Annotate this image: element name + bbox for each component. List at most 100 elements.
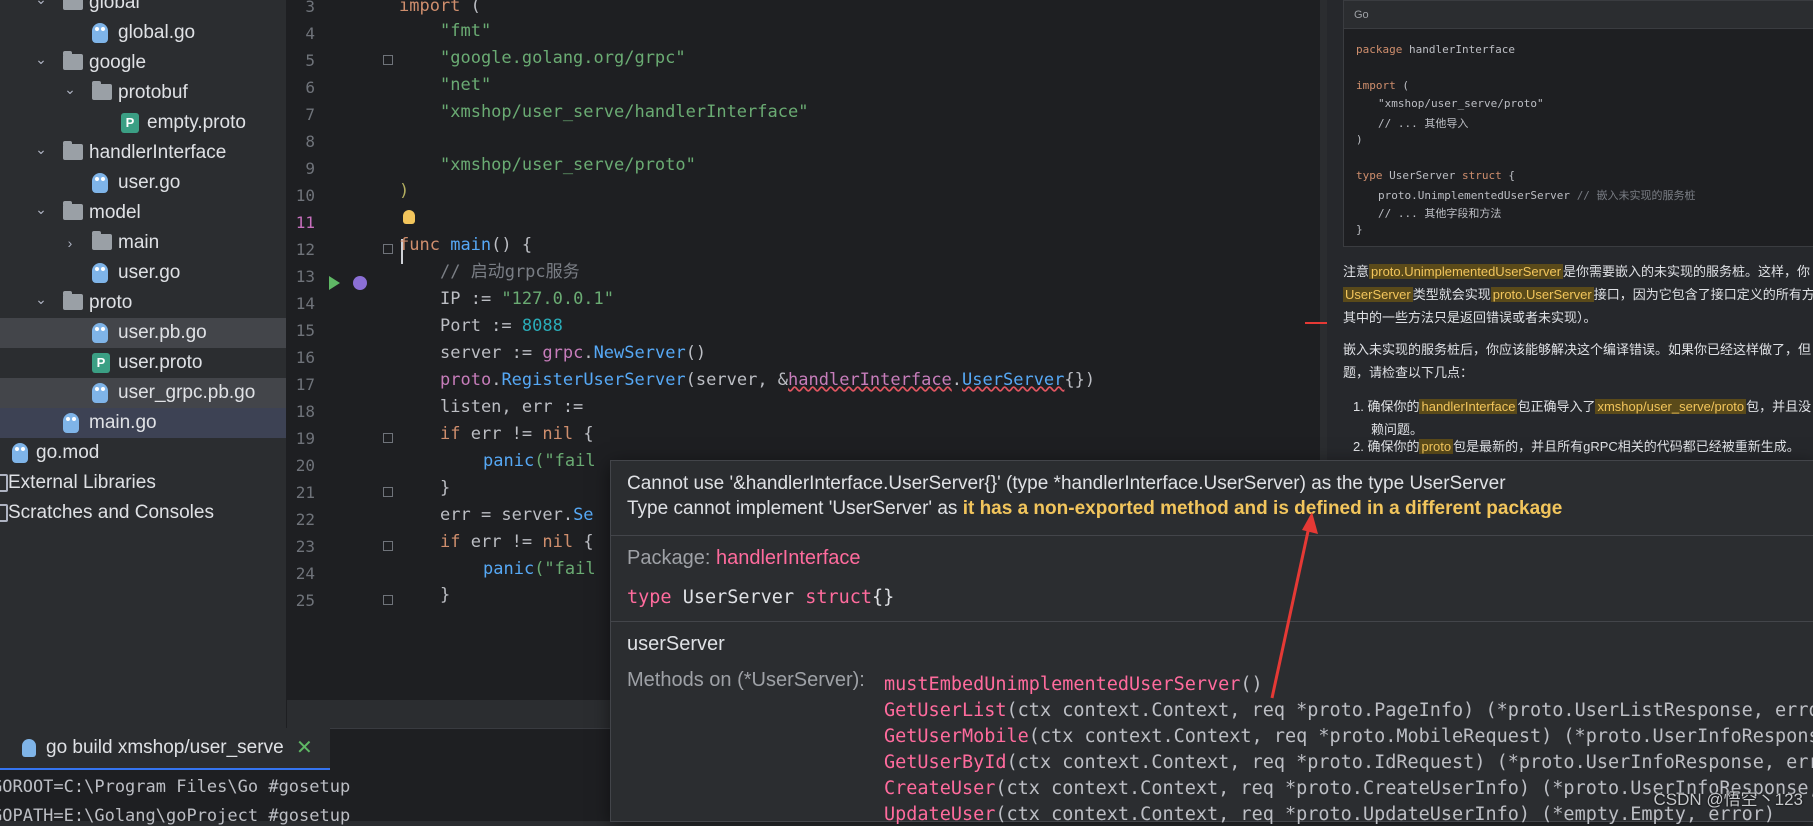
method-entry[interactable]: UpdateUser(ctx context.Context, req *pro…: [884, 804, 1775, 825]
code-line-7: "xmshop/user_serve/handlerInterface": [440, 102, 809, 122]
code-token: panic: [483, 559, 535, 579]
debug-gutter-icon[interactable]: [353, 276, 367, 290]
run-tab[interactable]: go build xmshop/user_serve ✕: [0, 728, 330, 770]
chevron-down-icon[interactable]: ⌄: [33, 194, 49, 224]
code-token: // 嵌入未实现的服务桩: [1576, 189, 1696, 202]
code-token: // ... 其他导入: [1378, 117, 1469, 130]
tree-item[interactable]: go.mod: [0, 438, 286, 468]
folder-icon: [63, 291, 83, 310]
library-icon: [0, 474, 8, 492]
code-token: IP :=: [440, 289, 502, 309]
tree-item[interactable]: ⌄ global: [0, 0, 286, 18]
method-name[interactable]: UpdateUser: [884, 804, 995, 825]
code-token-error[interactable]: UserServer: [962, 370, 1064, 390]
code-token: import: [399, 0, 461, 16]
code-token: // ... 其他字段和方法: [1378, 207, 1502, 220]
tree-item-label: handlerInterface: [89, 142, 227, 163]
tree-item[interactable]: External Libraries: [0, 468, 286, 498]
error-text: Type cannot implement 'UserServer' as: [627, 498, 963, 519]
error-stripe-marker[interactable]: [1305, 322, 1327, 324]
code-token: struct: [1461, 169, 1502, 182]
tree-item-label: External Libraries: [8, 472, 156, 493]
code-token: .: [583, 343, 594, 363]
chevron-down-icon[interactable]: ⌄: [33, 44, 49, 74]
code-token: .: [951, 370, 963, 390]
tree-item-label: user_grpc.pb.go: [118, 382, 256, 403]
package-line: Package: handlerInterface: [627, 547, 861, 569]
tree-item[interactable]: main.go: [0, 408, 286, 438]
method-entry[interactable]: mustEmbedUnimplementedUserServer(): [884, 674, 1263, 695]
code-token: "127.0.0.1": [501, 289, 615, 309]
tree-item[interactable]: Scratches and Consoles: [0, 498, 286, 528]
method-entry[interactable]: GetUserById(ctx context.Context, req *pr…: [884, 752, 1813, 773]
method-name[interactable]: GetUserById: [884, 752, 1007, 773]
close-icon[interactable]: ✕: [296, 735, 313, 760]
line-number[interactable]: 25: [287, 585, 315, 616]
chevron-down-icon[interactable]: ⌄: [33, 134, 49, 164]
code-token: if: [440, 532, 461, 552]
code-token: NewServer: [593, 343, 686, 363]
code-token: server :=: [440, 343, 543, 363]
tree-item[interactable]: ⌄ google: [0, 48, 286, 78]
code-token: nil: [542, 532, 574, 552]
code-token: func: [399, 235, 440, 255]
method-name[interactable]: CreateUser: [884, 778, 995, 799]
tree-item-label: main: [118, 232, 160, 253]
method-name[interactable]: GetUserList: [884, 700, 1007, 721]
editor-gutter: 3 4 5 6 7 8 9 10 11 12 13 14 15 16 17 18 19 20 21 22 23 24 25: [287, 0, 393, 700]
annotation-arrow: [1270, 512, 1318, 699]
tree-item[interactable]: user_grpc.pb.go: [0, 378, 286, 408]
scratch-icon: [0, 504, 8, 522]
console-line: GOROOT=C:\Program Files\Go #gosetup: [0, 777, 351, 797]
folder-icon: [63, 141, 83, 160]
code-token: nil: [542, 424, 574, 444]
tree-item-label: user.pb.go: [118, 322, 207, 343]
code-token: Port :=: [440, 316, 522, 336]
tree-item[interactable]: Puser.proto: [0, 348, 286, 378]
fold-marker-icon[interactable]: [383, 595, 393, 605]
chevron-down-icon[interactable]: ⌄: [33, 284, 49, 314]
tree-item[interactable]: ⌄ model: [0, 198, 286, 228]
code-token: proto: [440, 370, 492, 390]
code-token: proto.UnimplementedUserServer: [1378, 189, 1577, 202]
chevron-right-icon[interactable]: ›: [62, 228, 78, 258]
tree-item-label: protobuf: [118, 82, 188, 103]
code-token: (: [460, 0, 481, 16]
fold-marker-icon[interactable]: [383, 433, 393, 443]
method-signature: (ctx context.Context, req *proto.PageInf…: [1006, 700, 1813, 721]
tree-item-label: global: [89, 0, 140, 13]
package-link[interactable]: handlerInterface: [716, 547, 861, 569]
tree-item[interactable]: ⌄ protobuf: [0, 78, 286, 108]
tree-item-label: google: [89, 52, 147, 73]
tree-item[interactable]: ⌄ proto: [0, 288, 286, 318]
fold-marker-icon[interactable]: [383, 55, 393, 65]
run-gutter-icon[interactable]: [329, 276, 340, 290]
chevron-down-icon[interactable]: ⌄: [62, 74, 78, 104]
tree-item-label: empty.proto: [147, 112, 246, 133]
fold-marker-icon[interactable]: [383, 487, 393, 497]
code-token-error[interactable]: handlerInterface: [788, 370, 952, 390]
code-token: Se: [573, 505, 594, 525]
go-file-icon: [92, 23, 108, 43]
go-build-icon: [22, 739, 36, 757]
method-entry[interactable]: GetUserList(ctx context.Context, req *pr…: [884, 700, 1813, 721]
code-line-10: ): [399, 181, 410, 201]
tree-item[interactable]: user.pb.go: [0, 318, 286, 348]
chevron-down-icon[interactable]: ⌄: [33, 0, 49, 14]
folder-icon: [63, 0, 83, 10]
method-name[interactable]: mustEmbedUnimplementedUserServer: [884, 674, 1240, 695]
fold-marker-icon[interactable]: [383, 244, 393, 254]
tree-item[interactable]: ⌄ handlerInterface: [0, 138, 286, 168]
divider: [611, 535, 1813, 536]
chat-paragraph: 其中的一些方法只是返回错误或者未实现）。: [1343, 310, 1597, 325]
error-message-line1: Cannot use '&handlerInterface.UserServer…: [627, 473, 1506, 494]
method-name[interactable]: GetUserMobile: [884, 726, 1029, 747]
fold-marker-icon[interactable]: [383, 541, 393, 551]
method-entry[interactable]: GetUserMobile(ctx context.Context, req *…: [884, 726, 1813, 747]
tree-item-label: go.mod: [36, 442, 100, 463]
code-token: "xmshop/user_serve/proto": [1378, 97, 1544, 110]
lightbulb-icon[interactable]: [403, 210, 415, 224]
proto-file-icon: P: [92, 353, 110, 373]
tree-item-label: Scratches and Consoles: [8, 502, 214, 523]
tree-item[interactable]: › main: [0, 228, 286, 258]
